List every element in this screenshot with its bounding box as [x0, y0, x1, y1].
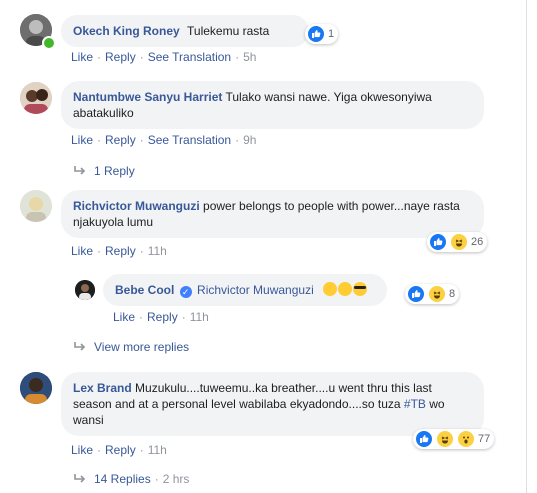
mention-link[interactable]: Richvictor Muwanguzi	[197, 283, 314, 297]
reaction-count: 1	[328, 28, 335, 40]
like-reaction-icon	[415, 430, 433, 448]
avatar[interactable]	[20, 190, 52, 222]
comment-bubble: Okech King Roney Tulekemu rasta	[61, 15, 310, 47]
reaction-summary[interactable]: 1	[305, 24, 339, 44]
reaction-count: 26	[471, 236, 484, 248]
view-replies-link[interactable]: 1 Reply	[74, 164, 135, 178]
reply-actions: Like · Reply · 11h	[113, 310, 209, 324]
reply-link[interactable]: Reply	[105, 133, 136, 147]
replies-count[interactable]: 14 Replies	[94, 472, 151, 486]
comment-actions: Like · Reply · See Translation · 5h	[71, 50, 257, 64]
like-link[interactable]: Like	[71, 133, 93, 147]
comment-bubble: Richvictor Muwanguzi power belongs to pe…	[61, 190, 484, 238]
comment-actions: Like · Reply · See Translation · 9h	[71, 133, 257, 147]
verified-badge-icon: ✓	[179, 286, 192, 298]
comment-bubble: Lex Brand Muzukulu....tuweemu..ka breath…	[61, 372, 484, 436]
reply-author[interactable]: Bebe Cool	[115, 283, 174, 297]
reaction-summary[interactable]: 8	[405, 284, 460, 304]
reply-bubble: Bebe Cool ✓ Richvictor Muwanguzi	[103, 274, 388, 306]
reply-link[interactable]: Reply	[147, 310, 178, 324]
reply-link[interactable]: Reply	[105, 443, 136, 457]
like-reaction-icon	[407, 285, 425, 303]
hashtag-link[interactable]: #TB	[404, 397, 426, 411]
timestamp[interactable]: 9h	[243, 133, 256, 147]
timestamp[interactable]: 5h	[243, 50, 256, 64]
comment-text: Tulekemu rasta	[187, 24, 270, 38]
reaction-summary[interactable]: 26	[427, 232, 488, 252]
comment-bubble: Nantumbwe Sanyu Harriet Tulako wansi naw…	[61, 81, 484, 129]
timestamp[interactable]: 11h	[190, 310, 209, 324]
like-link[interactable]: Like	[71, 50, 93, 64]
replies-count[interactable]: 1 Reply	[94, 164, 135, 178]
haha-reaction-icon	[428, 285, 446, 303]
comment-actions: Like · Reply · 11h	[71, 443, 167, 457]
comment-author[interactable]: Lex Brand	[73, 381, 132, 395]
avatar[interactable]	[20, 372, 52, 404]
reply-arrow-icon	[74, 342, 86, 351]
like-link[interactable]: Like	[71, 244, 93, 258]
reaction-summary[interactable]: 77	[413, 429, 495, 449]
timestamp[interactable]: 11h	[148, 244, 167, 258]
like-reaction-icon	[429, 233, 447, 251]
wow-reaction-icon	[457, 430, 475, 448]
see-translation-link[interactable]: See Translation	[148, 133, 231, 147]
grinning-sweat-emoji-icon	[338, 282, 353, 296]
reply-avatar[interactable]	[75, 280, 95, 300]
grinning-sweat-emoji-icon	[323, 282, 338, 296]
sunglasses-emoji-icon	[353, 282, 368, 296]
view-more-replies-link[interactable]: View more replies	[74, 340, 189, 354]
latest-reply-time: 2 hrs	[162, 472, 190, 486]
feed-border	[526, 0, 527, 493]
like-link[interactable]: Like	[71, 443, 93, 457]
comment-author[interactable]: Richvictor Muwanguzi	[73, 199, 200, 213]
reply-arrow-icon	[74, 474, 86, 483]
like-reaction-icon	[307, 25, 325, 43]
comment-actions: Like · Reply · 11h	[71, 244, 167, 258]
reply-arrow-icon	[74, 166, 86, 175]
reaction-count: 77	[478, 433, 491, 445]
reply-link[interactable]: Reply	[105, 50, 136, 64]
like-link[interactable]: Like	[113, 310, 135, 324]
reply-link[interactable]: Reply	[105, 244, 136, 258]
comment-author[interactable]: Okech King Roney	[73, 24, 180, 38]
online-status-dot	[42, 36, 56, 50]
avatar[interactable]	[20, 82, 52, 114]
view-replies-link[interactable]: 14 Replies · 2 hrs	[74, 472, 189, 486]
reaction-count: 8	[449, 288, 456, 300]
haha-reaction-icon	[450, 233, 468, 251]
comment-author[interactable]: Nantumbwe Sanyu Harriet	[73, 90, 222, 104]
see-translation-link[interactable]: See Translation	[148, 50, 231, 64]
timestamp[interactable]: 11h	[148, 443, 167, 457]
view-more-replies-label[interactable]: View more replies	[94, 340, 189, 354]
haha-reaction-icon	[436, 430, 454, 448]
